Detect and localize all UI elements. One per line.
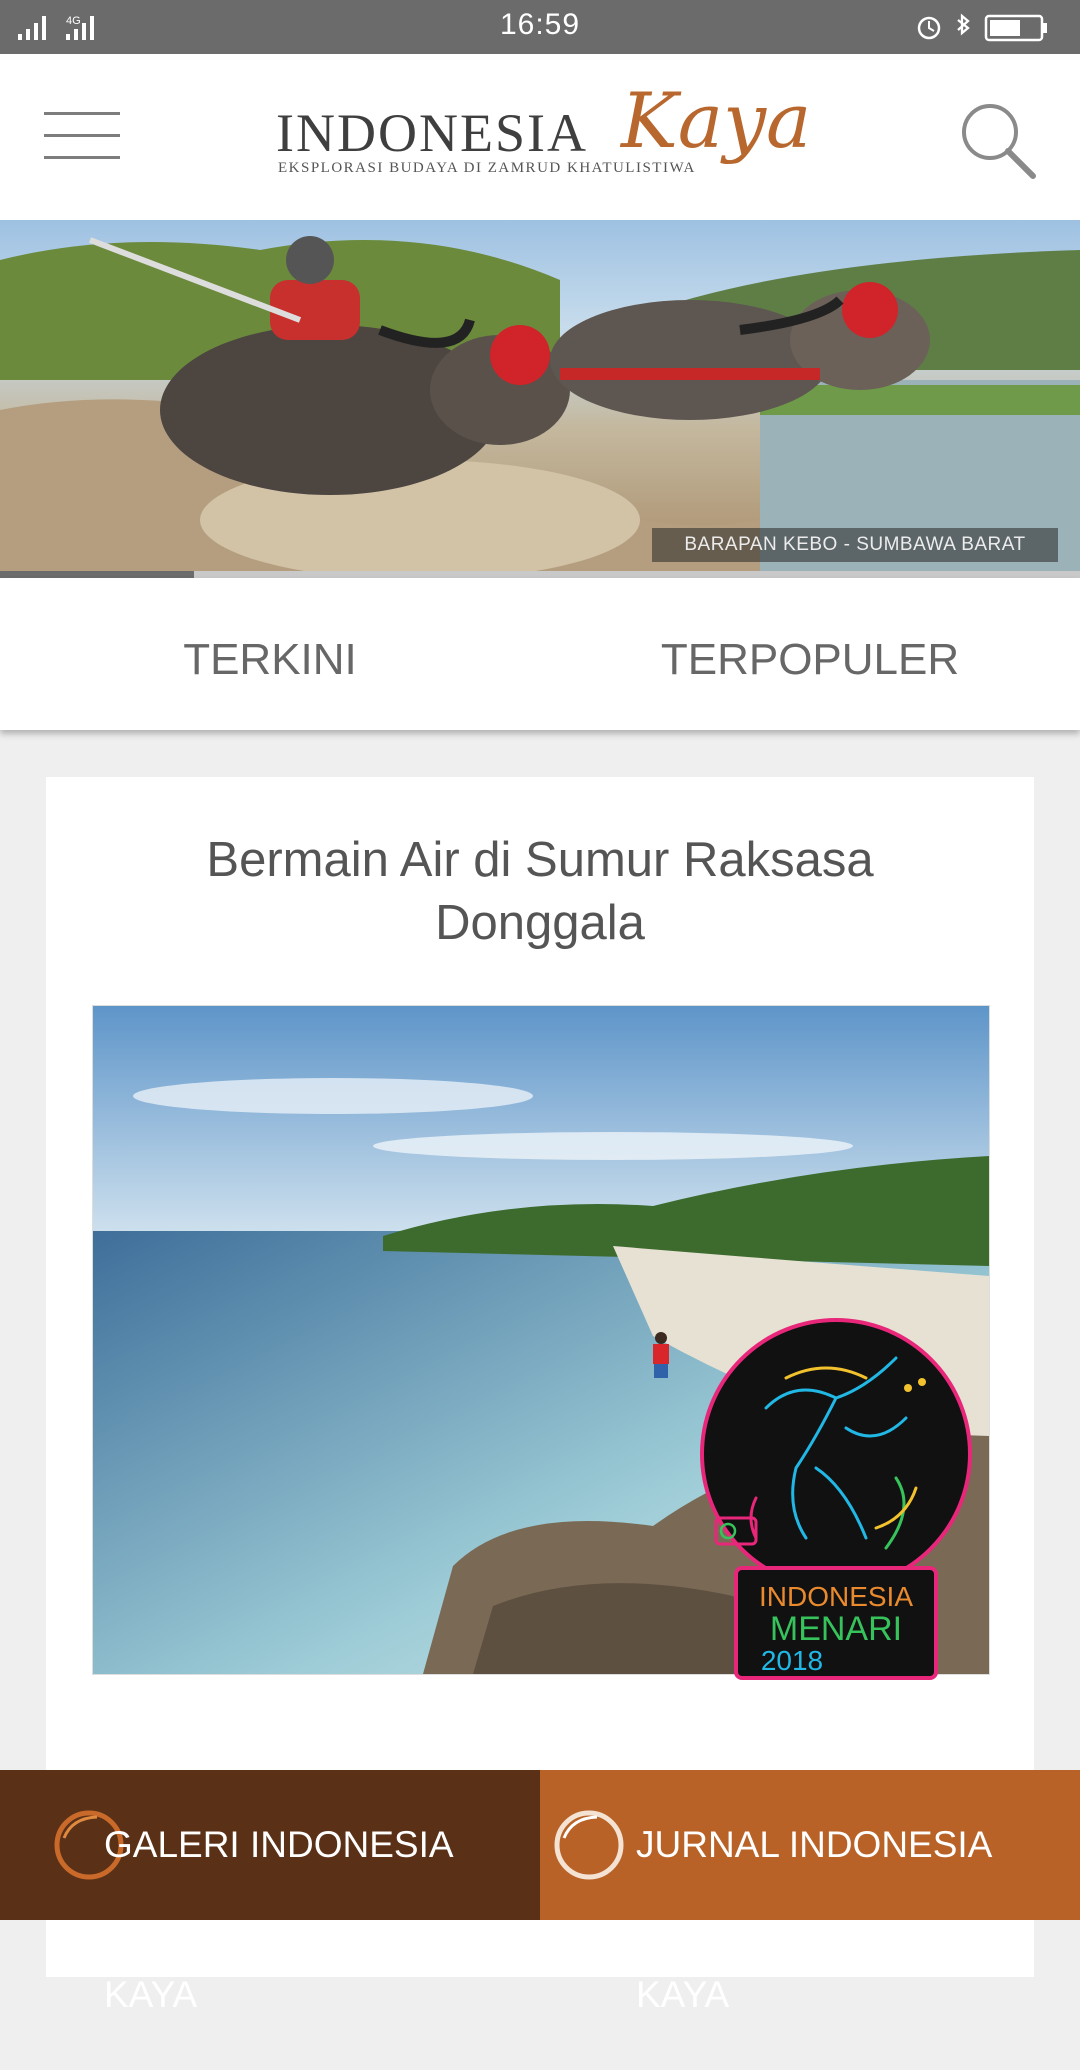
menu-icon-bar (44, 112, 120, 115)
logo-script: Kaya (621, 76, 812, 165)
brand-logo[interactable]: INDONESIA Kaya EKSPLORASI BUDAYA DI ZAMR… (276, 76, 811, 196)
menu-button[interactable] (44, 112, 120, 162)
slide-progress-track (0, 571, 1080, 578)
tab-bar: TERKINI TERPOPULER (0, 578, 1080, 730)
search-icon[interactable] (958, 100, 1038, 180)
battery-icon (984, 14, 1047, 42)
jurnal-ring-icon (554, 1810, 624, 1880)
article-title[interactable]: Bermain Air di Sumur Raksasa Donggala (106, 829, 974, 955)
hero-caption: BARAPAN KEBO - SUMBAWA BARAT (652, 528, 1058, 562)
galeri-button[interactable]: GALERI INDONESIA KAYA (0, 1770, 540, 2015)
alarm-icon (917, 16, 941, 40)
logo-tagline: EKSPLORASI BUDAYA DI ZAMRUD KHATULISTIWA (278, 160, 696, 176)
bottom-nav: GALERI INDONESIA KAYA JURNAL INDONESIA K… (0, 1770, 1080, 2015)
menu-icon-bar (44, 134, 120, 137)
badge-line1: INDONESIA (759, 1581, 913, 1612)
badge-year: 2018 (761, 1645, 823, 1676)
jurnal-button[interactable]: JURNAL INDONESIA KAYA (540, 1770, 1080, 2015)
tab-terkini[interactable]: TERKINI (0, 578, 540, 730)
hero-image (0, 236, 1080, 578)
jurnal-label: JURNAL INDONESIA KAYA (636, 1824, 991, 2015)
bluetooth-icon (957, 13, 970, 36)
tab-terpopuler[interactable]: TERPOPULER (540, 578, 1080, 730)
badge-line2: MENARI (770, 1610, 902, 1648)
indonesia-menari-badge[interactable]: INDONESIA MENARI 2018 (696, 1318, 976, 1682)
hero-banner[interactable]: BARAPAN KEBO - SUMBAWA BARAT (0, 220, 1080, 578)
app-header: INDONESIA Kaya EKSPLORASI BUDAYA DI ZAMR… (0, 54, 1080, 220)
status-icons (917, 13, 1047, 42)
galeri-label: GALERI INDONESIA KAYA (104, 1824, 452, 2015)
slide-progress-bar (0, 571, 195, 578)
logo-word: INDONESIA (276, 103, 588, 163)
menu-icon-bar (44, 156, 120, 159)
status-bar: 4G 16:59 (0, 0, 1080, 54)
